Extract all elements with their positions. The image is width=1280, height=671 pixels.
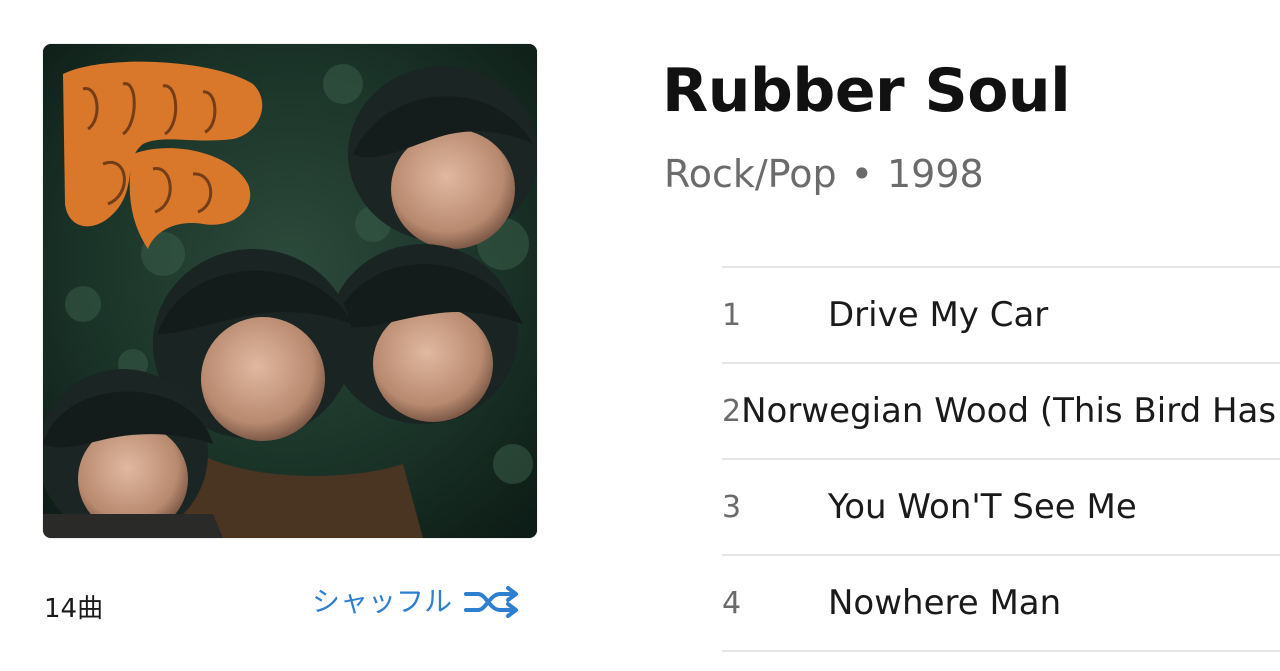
album-cover-image[interactable] — [43, 44, 537, 538]
album-title: Rubber Soul — [662, 56, 1071, 126]
shuffle-label: シャッフル — [312, 585, 453, 618]
track-number: 2 — [722, 393, 742, 429]
track-title: You Won'T See Me — [828, 487, 1137, 527]
track-row[interactable]: 3 You Won'T See Me — [722, 460, 1280, 556]
meta-separator: • — [850, 152, 873, 196]
track-title: Drive My Car — [828, 295, 1049, 335]
track-row[interactable]: 2 Norwegian Wood (This Bird Has Flown) — [722, 364, 1280, 460]
album-cover-illustration — [43, 44, 537, 538]
track-row[interactable]: 4 Nowhere Man — [722, 556, 1280, 652]
track-list: 1 Drive My Car 2 Norwegian Wood (This Bi… — [722, 266, 1280, 652]
track-number: 3 — [722, 489, 742, 525]
shuffle-button[interactable]: シャッフル — [312, 578, 520, 626]
track-number: 4 — [722, 585, 742, 621]
track-count: 14曲 — [44, 594, 104, 624]
album-year: 1998 — [887, 152, 984, 196]
album-meta: Rock/Pop • 1998 — [664, 152, 984, 196]
shuffle-icon — [464, 586, 520, 618]
track-title: Norwegian Wood (This Bird Has Flown) — [741, 391, 1280, 431]
track-number: 1 — [722, 297, 742, 333]
album-genre[interactable]: Rock/Pop — [664, 152, 837, 196]
track-title: Nowhere Man — [828, 583, 1062, 623]
album-page: 14曲 シャッフル Rubber Soul Rock/Pop • 1998 1 … — [0, 0, 1280, 671]
track-row[interactable]: 1 Drive My Car — [722, 268, 1280, 364]
